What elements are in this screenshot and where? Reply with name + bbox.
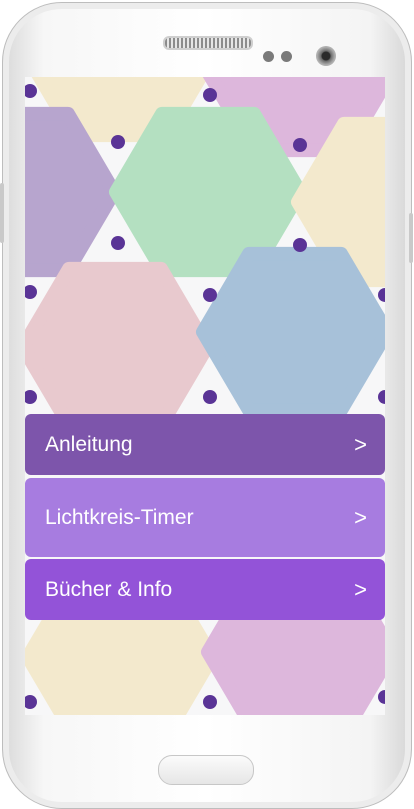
menu-item-buecher-info[interactable]: Bücher & Info >	[25, 559, 385, 620]
menu-item-label: Anleitung	[45, 432, 133, 456]
vertex-dot	[293, 138, 307, 152]
volume-button	[0, 183, 4, 243]
vertex-dot	[203, 390, 217, 404]
vertex-dot	[25, 84, 37, 98]
app-screen: Anleitung > Lichtkreis-Timer > Bücher & …	[25, 77, 385, 715]
power-button	[409, 213, 413, 263]
vertex-dot	[293, 238, 307, 252]
vertex-dot	[378, 288, 385, 302]
chevron-right-icon: >	[354, 576, 367, 602]
vertex-dot	[203, 695, 217, 709]
vertex-dot	[378, 690, 385, 704]
vertex-dot	[203, 88, 217, 102]
vertex-dot	[203, 288, 217, 302]
vertex-dot	[25, 695, 37, 709]
light-sensor	[281, 51, 292, 62]
vertex-dot	[111, 135, 125, 149]
home-button[interactable]	[158, 755, 254, 785]
menu-item-anleitung[interactable]: Anleitung >	[25, 414, 385, 475]
speaker-grille	[163, 36, 253, 50]
vertex-dot	[25, 285, 37, 299]
menu-item-lichtkreis-timer[interactable]: Lichtkreis-Timer >	[25, 478, 385, 557]
menu-item-label: Bücher & Info	[45, 577, 173, 601]
vertex-dot	[111, 236, 125, 250]
hexagon-tile	[109, 106, 307, 278]
chevron-right-icon: >	[354, 431, 367, 457]
vertex-dot	[25, 390, 37, 404]
chevron-right-icon: >	[354, 504, 367, 530]
menu-item-label: Lichtkreis-Timer	[45, 505, 194, 529]
front-camera-icon	[316, 46, 336, 66]
hexagon-tile	[196, 246, 385, 418]
hexagon-tile	[25, 261, 214, 433]
vertex-dot	[378, 390, 385, 404]
proximity-sensor	[263, 51, 274, 62]
